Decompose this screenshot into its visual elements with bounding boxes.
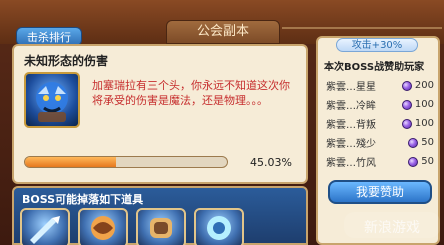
player-name: 紫雲…背叛: [326, 120, 376, 131]
boss-progress-fill: [25, 157, 116, 167]
player-amount: 100: [401, 118, 434, 129]
drop-item[interactable]: [78, 208, 128, 245]
gem-icon: [408, 156, 419, 167]
player-amount-value: 50: [421, 137, 434, 148]
player-amount: 100: [401, 99, 434, 110]
page-title: 公会副本: [166, 20, 280, 44]
list-item: 紫雲…殘少 50: [326, 133, 434, 152]
sponsor-button[interactable]: 我要赞助: [328, 180, 432, 204]
attack-bonus-badge: 攻击+30%: [336, 38, 418, 52]
boss-info-panel: 未知形态的伤害 加塞瑞拉有三个头，你永远不知道这次你将承受的伤害是魔法，还是物理…: [12, 44, 308, 184]
player-name: 紫雲…冷眸: [326, 101, 376, 112]
drop-item[interactable]: [136, 208, 186, 245]
list-item: 紫雲…冷眸 100: [326, 95, 434, 114]
boss-drops-title: BOSS可能掉落如下道具: [22, 193, 144, 206]
gem-icon: [401, 80, 412, 91]
list-item: 紫雲…背叛 100: [326, 114, 434, 133]
boss-drops-list: [20, 208, 244, 245]
list-item: 紫雲…竹风 50: [326, 152, 434, 171]
skill-title: 未知形态的伤害: [24, 54, 109, 68]
boss-drops-panel: BOSS可能掉落如下道具: [12, 186, 308, 245]
gem-icon: [401, 118, 412, 129]
player-amount-value: 50: [421, 156, 434, 167]
sponsor-title: 本次BOSS战赞助玩家: [324, 62, 425, 73]
sponsor-list: 紫雲…星星 200 紫雲…冷眸 100 紫雲…背叛 100 紫雲…殘少 50 紫…: [326, 76, 434, 171]
player-amount-value: 100: [414, 118, 434, 129]
boss-portrait-icon[interactable]: [24, 72, 80, 128]
list-item: 紫雲…星星 200: [326, 76, 434, 95]
player-name: 紫雲…殘少: [326, 139, 376, 150]
player-amount: 200: [401, 80, 434, 91]
player-name: 紫雲…星星: [326, 82, 376, 93]
gem-icon: [401, 99, 412, 110]
boss-progress-text: 45.03%: [250, 156, 292, 169]
watermark-text: 新浪游戏: [364, 220, 420, 236]
player-amount-value: 200: [414, 80, 434, 91]
drop-item[interactable]: [194, 208, 244, 245]
watermark-logo: 新浪游戏: [344, 202, 440, 244]
drop-item[interactable]: [20, 208, 70, 245]
player-amount: 50: [408, 156, 434, 167]
gem-icon: [408, 137, 419, 148]
skill-description: 加塞瑞拉有三个头，你永远不知道这次你将承受的伤害是魔法，还是物理。。。: [92, 79, 290, 107]
player-amount-value: 100: [414, 99, 434, 110]
player-amount: 50: [408, 137, 434, 148]
player-name: 紫雲…竹风: [326, 158, 376, 169]
guild-dungeon-screen: 击杀排行 公会副本 未知形态的伤害 加塞瑞拉有三个头，你永远不知道这次你将承受的…: [0, 0, 444, 245]
boss-progress-bar: [24, 156, 228, 168]
